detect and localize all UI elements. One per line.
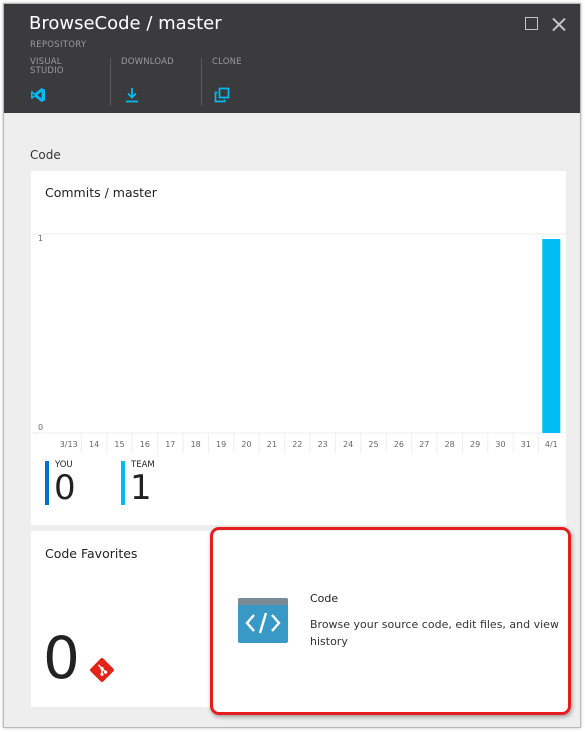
window-controls — [525, 17, 566, 31]
team-stat: TEAM 1 — [121, 459, 181, 507]
chart-x-tick-label: 26 — [394, 440, 404, 449]
you-stat-value: 0 — [54, 468, 76, 508]
chart-x-tick-label: 21 — [267, 440, 277, 449]
close-icon[interactable] — [552, 17, 566, 31]
chart-x-tick-label: 22 — [292, 440, 302, 449]
chart-y-tick-label: 0 — [38, 423, 43, 432]
chart-x-tick-label: 18 — [191, 440, 201, 449]
chart-x-tick-label: 19 — [216, 440, 226, 449]
visual-studio-icon — [31, 88, 45, 102]
chart-y-tick-label: 1 — [38, 234, 43, 243]
code-favorites-title: Code Favorites — [45, 546, 138, 561]
team-stat-value: 1 — [130, 468, 152, 508]
visual-studio-label: VISUAL STUDIO — [30, 57, 64, 76]
repository-blade: BrowseCode / master REPOSITORY VISUAL ST… — [3, 3, 581, 728]
clone-command[interactable]: CLONE — [212, 58, 262, 106]
chart-x-tick-label: 15 — [114, 440, 124, 449]
commits-tile[interactable]: Commits / master 0 1 3/13 14 15 16 17 18 19 20 21 2… — [31, 171, 566, 525]
chart-x-tick-label: 3/13 — [60, 440, 78, 449]
chart-x-tick-label: 25 — [368, 440, 378, 449]
chart-x-tick-label: 29 — [470, 440, 480, 449]
you-stat: YOU 0 — [45, 459, 105, 507]
chart-x-tick-label: 17 — [165, 440, 175, 449]
chart-x-tick-label: 31 — [521, 440, 531, 449]
chart-x-tick-label: 14 — [89, 440, 99, 449]
visual-studio-command[interactable]: VISUAL STUDIO — [30, 58, 80, 106]
commits-chart: 0 1 3/13 14 15 16 17 18 19 20 21 22 23 24 25 26 27 28 29 30… — [33, 233, 566, 453]
code-favorites-count: 0 — [43, 624, 80, 692]
chart-x-tick-label: 16 — [140, 440, 150, 449]
chart-x-tick-label: 27 — [419, 440, 429, 449]
chart-x-tick-label: 28 — [445, 440, 455, 449]
chart-x-tick-label: 20 — [241, 440, 251, 449]
command-separator — [110, 58, 111, 106]
chart-x-tick-label: 30 — [495, 440, 505, 449]
blade-subtitle: REPOSITORY — [30, 40, 87, 50]
blade-header: BrowseCode / master REPOSITORY VISUAL ST… — [4, 4, 580, 113]
clone-label: CLONE — [212, 57, 242, 67]
download-command[interactable]: DOWNLOAD — [121, 57, 174, 106]
blade-title: BrowseCode / master — [29, 13, 222, 34]
chart-x-tick-label: 23 — [318, 440, 328, 449]
team-stat-bar — [121, 461, 125, 505]
download-label: DOWNLOAD — [121, 57, 174, 67]
download-icon — [126, 88, 138, 103]
chart-bar — [542, 239, 561, 433]
chart-x-tick-label: 24 — [343, 440, 353, 449]
highlight-annotation — [210, 527, 571, 715]
command-bar: VISUAL STUDIO DOWNLOAD CLONE — [4, 58, 304, 106]
command-separator — [201, 58, 202, 106]
you-stat-bar — [45, 461, 49, 505]
git-icon — [90, 658, 114, 682]
section-label: Code — [30, 148, 61, 162]
maximize-icon[interactable] — [525, 17, 538, 30]
chart-x-tick-label: 4/1 — [545, 440, 558, 449]
clone-icon — [214, 87, 230, 103]
